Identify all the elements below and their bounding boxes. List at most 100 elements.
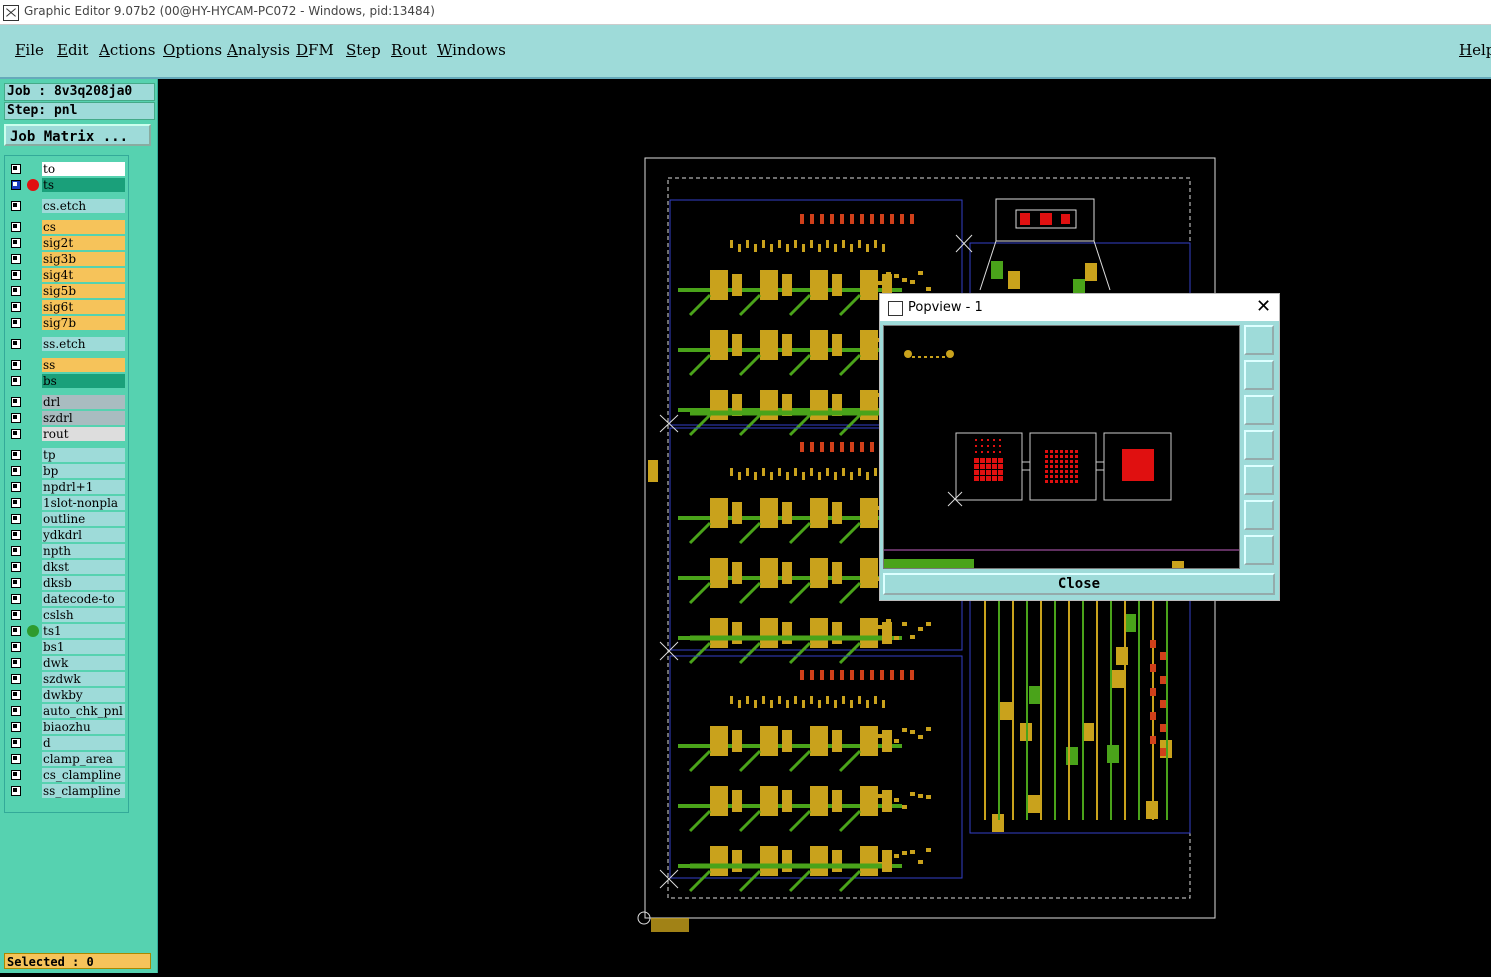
layer-row[interactable]: sig4t: [5, 268, 128, 282]
layer-name[interactable]: to: [42, 162, 125, 176]
layer-name[interactable]: bs1: [42, 640, 125, 654]
layer-name[interactable]: sig3b: [42, 252, 125, 266]
layer-row[interactable]: d: [5, 736, 128, 750]
layer-row[interactable]: drl: [5, 395, 128, 409]
layer-name[interactable]: sig7b: [42, 316, 125, 330]
layer-name[interactable]: tp: [42, 448, 125, 462]
layer-row[interactable]: rout: [5, 427, 128, 441]
layer-name[interactable]: bp: [42, 464, 125, 478]
menu-step[interactable]: Step: [346, 41, 381, 59]
layer-name[interactable]: bs: [42, 374, 125, 388]
job-matrix-button[interactable]: Job Matrix ...: [4, 124, 151, 146]
layer-name[interactable]: cslsh: [42, 608, 125, 622]
layer-name[interactable]: rout: [42, 427, 125, 441]
menu-options[interactable]: Options: [163, 41, 222, 59]
layer-row[interactable]: datecode-to: [5, 592, 128, 606]
layer-row[interactable]: sig6t: [5, 300, 128, 314]
pan-right-icon[interactable]: [1244, 465, 1274, 495]
layer-row[interactable]: npth: [5, 544, 128, 558]
menu-edit[interactable]: Edit: [57, 41, 88, 59]
layer-name[interactable]: szdwk: [42, 672, 125, 686]
layer-row[interactable]: sig5b: [5, 284, 128, 298]
layer-name[interactable]: szdrl: [42, 411, 125, 425]
layer-row[interactable]: ydkdrl: [5, 528, 128, 542]
layer-row[interactable]: cs_clampline: [5, 768, 128, 782]
layer-name[interactable]: ss.etch: [42, 337, 125, 351]
layer-row[interactable]: tp: [5, 448, 128, 462]
layer-name[interactable]: npth: [42, 544, 125, 558]
layer-row[interactable]: ss: [5, 358, 128, 372]
layer-row[interactable]: bp: [5, 464, 128, 478]
layer-row[interactable]: ss.etch: [5, 337, 128, 351]
layer-row[interactable]: dkst: [5, 560, 128, 574]
layer-name[interactable]: cs.etch: [42, 199, 125, 213]
layer-row[interactable]: bs: [5, 374, 128, 388]
layer-name[interactable]: ydkdrl: [42, 528, 125, 542]
layer-row[interactable]: dwkby: [5, 688, 128, 702]
layer-name[interactable]: ss: [42, 358, 125, 372]
layer-name[interactable]: sig5b: [42, 284, 125, 298]
layer-name[interactable]: dwk: [42, 656, 125, 670]
layer-name[interactable]: dkst: [42, 560, 125, 574]
layer-name[interactable]: ts1: [42, 624, 125, 638]
layer-name[interactable]: cs: [42, 220, 125, 234]
layer-row[interactable]: sig3b: [5, 252, 128, 266]
layer-row[interactable]: outline: [5, 512, 128, 526]
zoom-fit-icon[interactable]: [1244, 325, 1274, 355]
layer-name[interactable]: sig2t: [42, 236, 125, 250]
layer-row[interactable]: dwk: [5, 656, 128, 670]
layer-row[interactable]: clamp_area: [5, 752, 128, 766]
layer-row[interactable]: dksb: [5, 576, 128, 590]
menu-dfm[interactable]: DFM: [296, 41, 334, 59]
graphics-canvas[interactable]: [158, 79, 1491, 973]
layer-name[interactable]: ts: [42, 178, 125, 192]
layer-name[interactable]: ss_clampline: [42, 784, 125, 798]
layer-row[interactable]: biaozhu: [5, 720, 128, 734]
layer-row[interactable]: cslsh: [5, 608, 128, 622]
layer-row[interactable]: sig2t: [5, 236, 128, 250]
layer-row[interactable]: cs: [5, 220, 128, 234]
zoom-out-icon[interactable]: [1244, 535, 1274, 565]
layer-row[interactable]: to: [5, 162, 128, 176]
layer-row[interactable]: szdrl: [5, 411, 128, 425]
layer-name[interactable]: drl: [42, 395, 125, 409]
close-icon[interactable]: ✕: [1256, 296, 1271, 317]
layer-name[interactable]: auto_chk_pnl: [42, 704, 125, 718]
layer-row[interactable]: 1slot-nonpla: [5, 496, 128, 510]
layer-row[interactable]: ss_clampline: [5, 784, 128, 798]
menu-file[interactable]: File: [15, 41, 44, 59]
layer-row[interactable]: sig7b: [5, 316, 128, 330]
layer-row[interactable]: ts1: [5, 624, 128, 638]
layer-row[interactable]: ts: [5, 178, 128, 192]
popview-canvas[interactable]: [883, 325, 1240, 569]
layer-name[interactable]: datecode-to: [42, 592, 125, 606]
pan-up-icon[interactable]: [1244, 360, 1274, 390]
layer-name[interactable]: clamp_area: [42, 752, 125, 766]
menu-rout[interactable]: Rout: [391, 41, 427, 59]
menu-analysis[interactable]: Analysis: [227, 41, 290, 59]
pcb-panel-view[interactable]: [158, 79, 1491, 973]
popview-close-button[interactable]: Close: [883, 573, 1275, 595]
pan-down-icon[interactable]: [1244, 395, 1274, 425]
layer-name[interactable]: 1slot-nonpla: [42, 496, 125, 510]
layer-name[interactable]: cs_clampline: [42, 768, 125, 782]
layer-name[interactable]: sig6t: [42, 300, 125, 314]
layer-row[interactable]: auto_chk_pnl: [5, 704, 128, 718]
checkbox-mark-icon: [13, 431, 17, 435]
layer-name[interactable]: outline: [42, 512, 125, 526]
layer-row[interactable]: bs1: [5, 640, 128, 654]
menu-actions[interactable]: Actions: [99, 41, 155, 59]
zoom-in-icon[interactable]: [1244, 500, 1274, 530]
pan-left-icon[interactable]: [1244, 430, 1274, 460]
layer-name[interactable]: dwkby: [42, 688, 125, 702]
menu-help[interactable]: Help: [1459, 41, 1491, 59]
layer-name[interactable]: d: [42, 736, 125, 750]
layer-name[interactable]: npdrl+1: [42, 480, 125, 494]
layer-row[interactable]: npdrl+1: [5, 480, 128, 494]
menu-windows[interactable]: Windows: [437, 41, 506, 59]
layer-name[interactable]: sig4t: [42, 268, 125, 282]
layer-row[interactable]: szdwk: [5, 672, 128, 686]
layer-name[interactable]: dksb: [42, 576, 125, 590]
layer-row[interactable]: cs.etch: [5, 199, 128, 213]
layer-name[interactable]: biaozhu: [42, 720, 125, 734]
